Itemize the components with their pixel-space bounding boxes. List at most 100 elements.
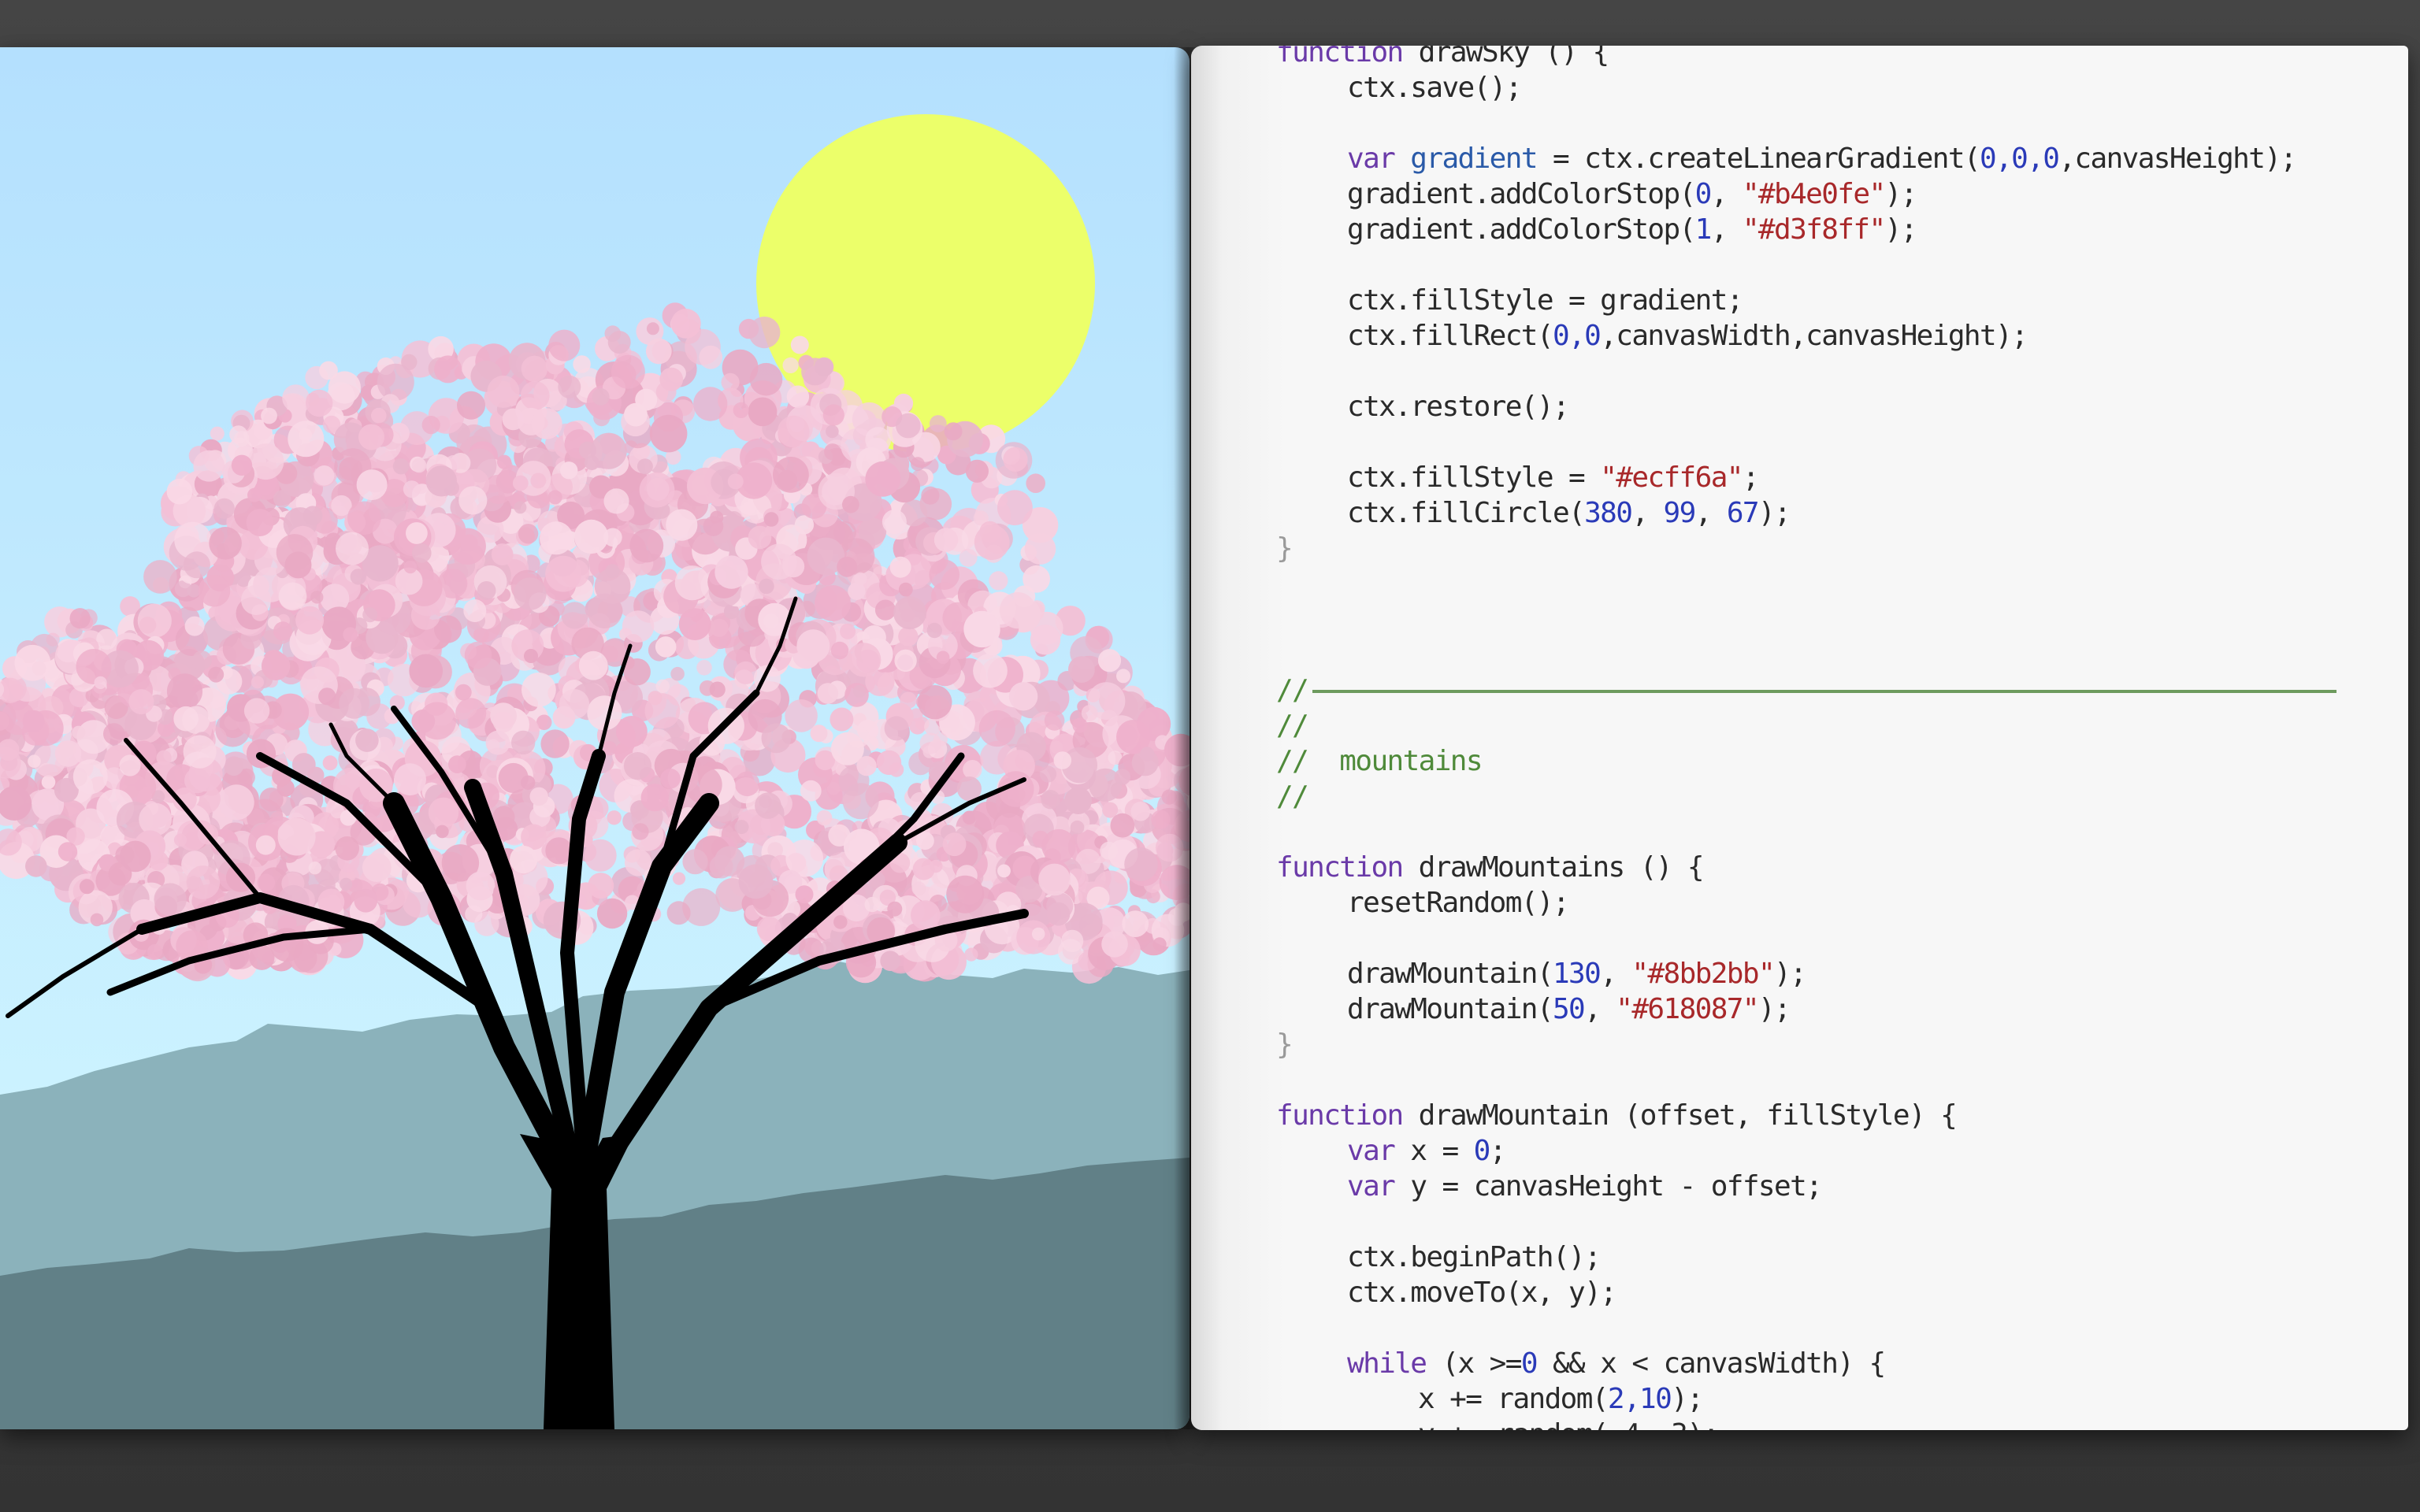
blossom-petal [94,676,107,690]
blossom-petal [1114,769,1131,785]
blossom-petal [295,606,325,635]
blossom-petal [255,835,276,855]
blossom-petal [448,755,466,773]
blossom-petal [830,707,854,732]
blossom-petal [186,865,221,899]
blossom-petal [261,407,277,424]
blossom-petal [1140,747,1155,762]
blossom-petal [637,458,653,475]
blossom-petal [816,810,833,826]
blossom-petal [277,817,316,856]
blossom-petal [1151,810,1171,829]
blossom-petal [759,578,774,595]
blossom-petal [176,821,208,851]
blossom-petal [964,947,978,962]
code-token: 0 [1520,1347,1538,1380]
code-token: , [1710,178,1743,210]
blossom-petal [876,750,902,776]
code-token: ); [1757,993,1791,1025]
blossom-petal [703,516,724,536]
blossom-petal [213,498,235,519]
blossom-petal [795,885,814,904]
blossom-petal [1070,820,1085,835]
blossom-petal [929,415,947,432]
blossom-petal [421,416,440,435]
blossom-petal [183,551,210,579]
blossom-petal [335,836,360,861]
blossom-petal [139,802,173,836]
blossom-petal [521,355,548,382]
blossom-petal [224,756,244,776]
blossom-petal [362,853,392,882]
blossom-petal [880,951,900,971]
blossom-petal [840,623,856,639]
blossom-petal [1030,624,1061,655]
blossom-petal [912,858,935,880]
blossom-petal [392,458,410,475]
code-line: ctx.restore(); [1276,389,2336,424]
code-token: x += random( [1418,1383,1609,1415]
blossom-petal [1026,473,1045,493]
blossom-petal [455,698,487,729]
code-token: , [1584,993,1616,1025]
blossom-petal [796,629,830,663]
code-page: function drawSky () {ctx.save(); var grad… [1191,46,2408,1430]
code-token: var [1347,1135,1396,1167]
blossom-petal [918,685,952,720]
code-token: drawMountain (offset, fillStyle) { [1402,1099,1958,1132]
blossom-petal [466,871,496,901]
code-token: (x >= [1426,1347,1522,1380]
blossom-petal [623,752,652,780]
blossom-petal [854,572,867,586]
blossom-petal [119,754,141,776]
blossom-petal [616,716,648,747]
code-line: resetRandom(); [1276,885,2336,921]
blossom-petal [978,710,1015,747]
code-token: ); [1774,958,1807,990]
code-token: ); [1757,497,1791,529]
blossom-petal [412,543,432,563]
blossom-petal [510,845,538,874]
code-token: drawMountains () { [1402,851,1705,884]
blossom-petal [644,693,681,729]
code-line: ctx.fillRect(0,0,canvasWidth,canvasHeigh… [1276,318,2336,354]
code-token: 380 [1584,497,1633,529]
blossom-petal [156,750,172,765]
blossom-petal [425,465,457,497]
blossom-petal [974,524,1010,561]
blossom-petal [428,797,459,828]
blossom-petal [128,689,154,715]
blossom-petal [530,472,547,489]
code-token: function [1276,1099,1404,1132]
blossom-petal [243,698,270,724]
blossom-petal [288,421,325,458]
blossom-petal [257,873,276,892]
blossom-petal [817,683,839,704]
blossom-petal [339,687,369,719]
blossom-petal [1053,751,1072,769]
blossom-petal [403,560,418,574]
blossom-petal [183,735,217,769]
blossom-petal [1100,841,1119,860]
blossom-petal [590,432,627,469]
blossom-petal [1122,910,1149,937]
code-token: ; [1742,461,1760,494]
blossom-petal [147,943,163,960]
code-line: drawMountain(130, "#8bb2bb"); [1276,956,2336,991]
blossom-petal [319,361,338,380]
blossom-petal [607,810,622,825]
blossom-petal [218,784,254,821]
blossom-petal [734,661,758,684]
blossom-petal [347,501,381,536]
blossom-petal [458,486,488,515]
blossom-petal [520,381,550,410]
blossom-petal [455,684,472,701]
blossom-petal [785,699,818,732]
blossom-petal [926,622,943,639]
code-token: "#8bb2bb" [1631,958,1775,990]
blossom-petal [166,478,193,505]
blossom-petal [198,574,231,607]
